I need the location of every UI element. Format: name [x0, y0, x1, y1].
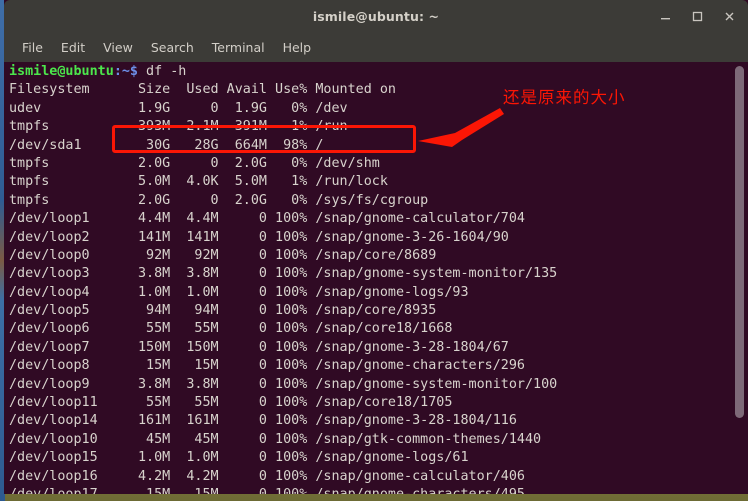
window-controls — [650, 0, 744, 33]
terminal-prompt-line: ismile@ubuntu:~$ df -h — [9, 63, 557, 81]
df-table-row: tmpfs 5.0M 4.0K 5.0M 1% /run/lock — [9, 174, 388, 190]
df-table-row: /dev/loop8 15M 15M 0 100% /snap/gnome-ch… — [9, 358, 525, 374]
menu-bar: File Edit View Search Terminal Help — [4, 33, 748, 62]
terminal-command: df -h — [138, 64, 187, 79]
df-table-row: /dev/loop17 15M 15M 0 100% /snap/gnome-c… — [9, 486, 557, 494]
df-table-header: Filesystem Size Used Avail Use% Mounted … — [9, 82, 396, 98]
df-table-row: /dev/loop16 4.2M 4.2M 0 100% /snap/gnome… — [9, 468, 525, 484]
window-title: ismile@ubuntu: ~ — [312, 9, 440, 24]
df-table-row: /dev/loop10 45M 45M 0 100% /snap/gtk-com… — [9, 431, 542, 447]
maximize-icon — [692, 11, 702, 22]
terminal-scrollbar[interactable] — [734, 62, 745, 494]
prompt-path: :~$ — [113, 64, 138, 79]
df-table-row: /dev/sda1 30G 28G 664M 98% / — [9, 137, 324, 153]
df-table-row: /dev/loop5 94M 94M 0 100% /snap/core/893… — [9, 303, 437, 319]
df-table-row: /dev/loop3 3.8M 3.8M 0 100% /snap/gnome-… — [9, 266, 558, 282]
close-button[interactable] — [714, 4, 744, 30]
df-table-row: /dev/loop4 1.0M 1.0M 0 100% /snap/gnome-… — [9, 284, 469, 300]
minimize-button[interactable] — [650, 4, 680, 30]
close-icon — [725, 12, 733, 21]
menu-item-view[interactable]: View — [94, 37, 142, 58]
terminal-text: ismile@ubuntu:~$ df -h Filesystem Size Us… — [9, 63, 557, 494]
prompt-user-host: ismile@ubuntu — [9, 64, 114, 79]
df-table-row: /dev/loop15 1.0M 1.0M 0 100% /snap/gnome… — [9, 450, 469, 466]
minimize-icon — [660, 18, 670, 20]
df-table-row: /dev/loop9 3.8M 3.8M 0 100% /snap/gnome-… — [9, 376, 558, 392]
menu-item-help[interactable]: Help — [274, 37, 321, 58]
title-bar[interactable]: ismile@ubuntu: ~ — [4, 0, 748, 33]
df-table-row: tmpfs 2.0G 0 2.0G 0% /sys/fs/cgroup — [9, 192, 429, 208]
df-table-row: /dev/loop0 92M 92M 0 100% /snap/core/868… — [9, 247, 437, 263]
menu-item-search[interactable]: Search — [142, 37, 203, 58]
terminal-output-area[interactable]: ismile@ubuntu:~$ df -h Filesystem Size Us… — [4, 62, 748, 494]
terminal-window: ismile@ubuntu: ~ File Edit View Search T… — [4, 0, 748, 494]
df-table-row: /dev/loop11 55M 55M 0 100% /snap/core18/… — [9, 395, 453, 411]
desktop-background: ismile@ubuntu: ~ File Edit View Search T… — [0, 0, 748, 501]
df-table-row: tmpfs 393M 2.1M 391M 1% /run — [9, 119, 348, 135]
df-table-row: /dev/loop6 55M 55M 0 100% /snap/core18/1… — [9, 321, 453, 337]
df-table-row: /dev/loop7 150M 150M 0 100% /snap/gnome-… — [9, 339, 509, 355]
df-table-row: /dev/loop2 141M 141M 0 100% /snap/gnome-… — [9, 229, 509, 245]
df-table-row: /dev/loop14 161M 161M 0 100% /snap/gnome… — [9, 413, 517, 429]
df-table-row: /dev/loop1 4.4M 4.4M 0 100% /snap/gnome-… — [9, 211, 525, 227]
df-table-row: tmpfs 2.0G 0 2.0G 0% /dev/shm — [9, 155, 380, 171]
df-table-row: udev 1.9G 0 1.9G 0% /dev — [9, 100, 348, 116]
menu-item-terminal[interactable]: Terminal — [203, 37, 274, 58]
terminal-scrollbar-thumb[interactable] — [735, 66, 744, 418]
menu-item-edit[interactable]: Edit — [52, 37, 94, 58]
menu-item-file[interactable]: File — [13, 37, 52, 58]
maximize-button[interactable] — [682, 4, 712, 30]
